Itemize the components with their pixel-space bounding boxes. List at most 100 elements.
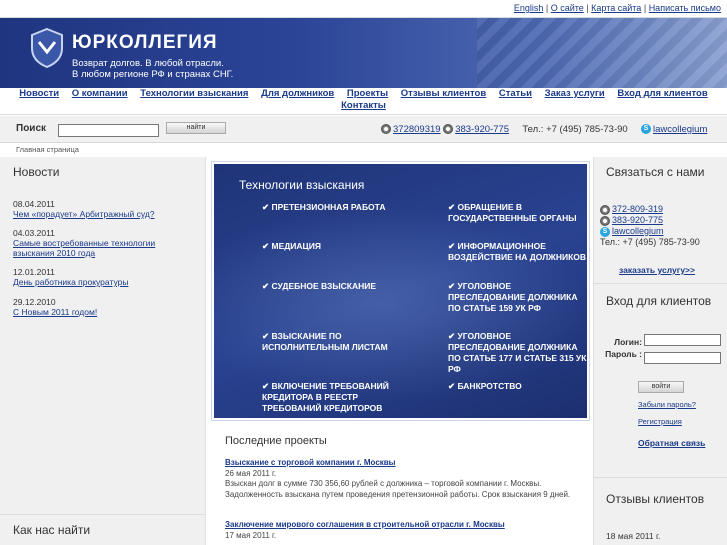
- check-icon: ✔: [262, 381, 270, 391]
- check-icon: ✔: [262, 202, 270, 212]
- write-letter-link[interactable]: Написать письмо: [649, 3, 721, 13]
- nav-row-2: Контакты: [0, 100, 727, 112]
- register-link[interactable]: Регистрация: [638, 417, 682, 426]
- password-input[interactable]: [644, 352, 721, 364]
- header-banner: ЮРКОЛЛЕГИЯ Возврат долгов. В любой отрас…: [0, 18, 727, 88]
- nav-news[interactable]: Новости: [19, 88, 59, 99]
- icq-link-1[interactable]: 372-809-319: [612, 204, 663, 214]
- project-link[interactable]: Взыскание с торговой компании г. Москвы: [225, 458, 585, 469]
- contact-phone: Тел.: +7 (495) 785-73-90: [600, 237, 700, 247]
- english-link[interactable]: English: [514, 3, 544, 13]
- main-content: Технологии взыскания ✔ Претензионная раб…: [207, 157, 593, 545]
- check-icon: ✔: [448, 202, 456, 212]
- check-icon: ✔: [448, 381, 456, 391]
- project-date: 26 мая 2011 г.: [225, 468, 277, 478]
- tech-item[interactable]: ✔ Обращение в государственные органы: [448, 202, 587, 224]
- tech-item[interactable]: ✔ Включение требований кредитора в реест…: [262, 381, 402, 414]
- nav-contacts[interactable]: Контакты: [341, 100, 386, 111]
- main-navigation: Новости О компании Технологии взыскания …: [0, 88, 727, 115]
- news-date: 12.01.2011: [13, 267, 55, 277]
- news-date: 08.04.2011: [13, 199, 55, 209]
- separator: |: [586, 3, 589, 13]
- nav-client-login[interactable]: Вход для клиентов: [617, 88, 707, 99]
- nav-reviews[interactable]: Отзывы клиентов: [401, 88, 486, 99]
- password-label: Пароль :: [605, 349, 642, 359]
- tech-item[interactable]: ✔ Взыскание по исполнительным листам: [262, 331, 402, 353]
- skype-link[interactable]: lawcollegium: [612, 226, 664, 236]
- review-date: 18 мая 2011 г.: [606, 531, 661, 541]
- project-item: Взыскание с торговой компании г. Москвы …: [225, 458, 585, 500]
- icq-icon: [443, 124, 454, 135]
- skype-link[interactable]: lawcollegium: [653, 124, 707, 135]
- news-date: 04.03.2011: [13, 228, 55, 238]
- check-icon: ✔: [448, 331, 456, 341]
- sitemap-link[interactable]: Карта сайта: [591, 3, 641, 13]
- tech-item[interactable]: ✔ Информационное воздействие на должнико…: [448, 241, 587, 263]
- left-sidebar: Новости 08.04.2011 Чем «порадует» Арбитр…: [0, 157, 206, 545]
- tech-item[interactable]: ✔ Уголовное преследование должника по ст…: [448, 331, 587, 375]
- nav-for-debtors[interactable]: Для должников: [261, 88, 334, 99]
- login-button[interactable]: войти: [638, 381, 684, 393]
- tech-item[interactable]: ✔ Уголовное преследование должника по ст…: [448, 281, 587, 314]
- banner-decoration: [477, 18, 727, 88]
- slogan-line-1: Возврат долгов. В любой отрасли.: [72, 58, 224, 69]
- contact-title: Связаться с нами: [606, 165, 705, 179]
- reviews-title: Отзывы клиентов: [606, 492, 705, 506]
- contact-list: 372-809-319 383-920-775 Slawcollegium Те…: [600, 204, 726, 248]
- news-date: 29.12.2010: [13, 297, 56, 307]
- latest-projects-title: Последние проекты: [225, 435, 327, 447]
- login-input[interactable]: [644, 334, 721, 346]
- project-link[interactable]: Заключение мирового соглашения в строите…: [225, 520, 585, 531]
- header-phone: Тел.: +7 (495) 785-73-90: [522, 124, 628, 135]
- order-service-link[interactable]: заказать услугу>>: [619, 265, 695, 275]
- news-item: 04.03.2011 Самые востребованные технолог…: [13, 228, 193, 258]
- project-item: Заключение мирового соглашения в строите…: [225, 520, 585, 541]
- news-link[interactable]: Чем «порадует» Арбитражный суд?: [13, 209, 193, 219]
- skype-icon: S: [600, 226, 610, 237]
- nav-about[interactable]: О компании: [72, 88, 128, 99]
- tech-item[interactable]: ✔ Судебное взыскание: [262, 281, 402, 292]
- check-icon: ✔: [262, 241, 270, 251]
- brand-name[interactable]: ЮРКОЛЛЕГИЯ: [72, 32, 218, 54]
- top-utility-bar: English | О сайте | Карта сайта | Написа…: [0, 0, 727, 18]
- technologies-title: Технологии взыскания: [239, 178, 365, 192]
- news-link[interactable]: Самые востребованные технологии взыскани…: [13, 238, 193, 258]
- news-link[interactable]: С Новым 2011 годом!: [13, 307, 193, 317]
- news-item: 12.01.2011 День работника прокуратуры: [13, 267, 193, 287]
- nav-row-1: Новости О компании Технологии взыскания …: [0, 88, 727, 100]
- icq-icon: [600, 215, 610, 226]
- news-link[interactable]: День работника прокуратуры: [13, 277, 193, 287]
- project-date: 17 мая 2011 г.: [225, 530, 277, 540]
- technologies-panel: Технологии взыскания ✔ Претензионная раб…: [211, 161, 590, 421]
- tech-item[interactable]: ✔ Банкротство: [448, 381, 587, 392]
- nav-technologies[interactable]: Технологии взыскания: [140, 88, 248, 99]
- search-bar: Поиск найти 372809319 383-920-775 Тел.: …: [0, 116, 727, 143]
- shield-logo-icon[interactable]: [30, 28, 64, 68]
- check-icon: ✔: [448, 281, 456, 291]
- separator: |: [545, 3, 549, 13]
- forgot-password-link[interactable]: Забыли пароль?: [638, 400, 696, 409]
- check-icon: ✔: [262, 331, 270, 341]
- login-title: Вход для клиентов: [606, 294, 712, 308]
- breadcrumb: Главная страница: [16, 145, 79, 154]
- nav-order[interactable]: Заказ услуги: [545, 88, 605, 99]
- news-item: 29.12.2010 С Новым 2011 годом!: [13, 297, 193, 317]
- search-label: Поиск: [16, 123, 47, 134]
- icq-link-1[interactable]: 372809319: [393, 124, 441, 135]
- tech-item[interactable]: ✔ Медиация: [262, 241, 402, 252]
- nav-projects[interactable]: Проекты: [347, 88, 388, 99]
- tech-item[interactable]: ✔ Претензионная работа: [262, 202, 402, 213]
- icq-link-2[interactable]: 383-920-775: [612, 215, 663, 225]
- search-button[interactable]: найти: [166, 122, 226, 134]
- icq-link-2[interactable]: 383-920-775: [455, 124, 509, 135]
- feedback-link[interactable]: Обратная связь: [638, 438, 705, 448]
- search-input[interactable]: [58, 124, 159, 137]
- skype-icon: S: [640, 124, 651, 135]
- about-site-link[interactable]: О сайте: [551, 3, 584, 13]
- top-links: English | О сайте | Карта сайта | Написа…: [514, 3, 721, 13]
- check-icon: ✔: [448, 241, 456, 251]
- find-us-title: Как нас найти: [13, 523, 91, 537]
- right-sidebar: Связаться с нами 372-809-319 383-920-775…: [593, 157, 727, 545]
- slogan-line-2: В любом регионе РФ и странах СНГ.: [72, 69, 234, 80]
- nav-articles[interactable]: Статьи: [499, 88, 532, 99]
